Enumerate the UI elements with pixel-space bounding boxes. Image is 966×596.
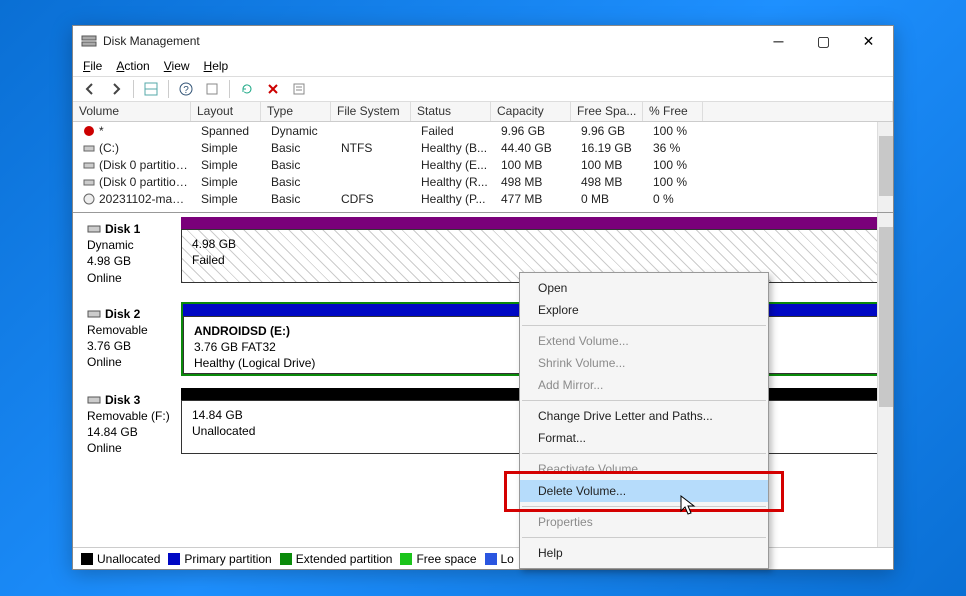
properties-icon[interactable] [288, 78, 310, 100]
list-scrollbar[interactable] [877, 122, 893, 212]
forward-button[interactable] [105, 78, 127, 100]
disk-2-info: Disk 2 Removable 3.76 GB Online [81, 302, 181, 376]
layout-icon[interactable] [140, 78, 162, 100]
volume-rows: * Spanned Dynamic Failed 9.96 GB 9.96 GB… [73, 122, 893, 212]
ctx-add-mirror: Add Mirror... [520, 374, 768, 396]
back-button[interactable] [79, 78, 101, 100]
menu-help[interactable]: Help [204, 59, 229, 73]
menu-action[interactable]: Action [116, 59, 149, 73]
ctx-explore[interactable]: Explore [520, 299, 768, 321]
disk-3-info: Disk 3 Removable (F:) 14.84 GB Online [81, 388, 181, 461]
content-area: Volume Layout Type File System Status Ca… [73, 102, 893, 569]
svg-text:?: ? [183, 85, 189, 96]
legend-free: Free space [416, 552, 476, 566]
ctx-extend-volume: Extend Volume... [520, 330, 768, 352]
cursor-icon [680, 495, 698, 517]
app-icon [81, 33, 97, 49]
context-menu: Open Explore Extend Volume... Shrink Vol… [519, 272, 769, 569]
table-row[interactable]: (Disk 0 partition 4) Simple Basic Health… [73, 173, 893, 190]
legend-unallocated: Unallocated [97, 552, 160, 566]
ctx-shrink-volume: Shrink Volume... [520, 352, 768, 374]
column-headers: Volume Layout Type File System Status Ca… [73, 102, 893, 122]
disk-management-window: Disk Management ─ ▢ ✕ File Action View H… [72, 25, 894, 570]
col-status[interactable]: Status [411, 102, 491, 121]
legend: Unallocated Primary partition Extended p… [73, 547, 893, 569]
col-freespace[interactable]: Free Spa... [571, 102, 643, 121]
ctx-help[interactable]: Help [520, 542, 768, 564]
col-spacer [703, 102, 893, 121]
menubar: File Action View Help [73, 56, 893, 76]
graph-scrollbar[interactable] [877, 213, 893, 569]
menu-view[interactable]: View [164, 59, 190, 73]
menu-file[interactable]: File [83, 59, 102, 73]
close-button[interactable]: ✕ [846, 26, 891, 56]
col-volume[interactable]: Volume [73, 102, 191, 121]
legend-logical: Lo [501, 552, 514, 566]
delete-icon[interactable] [262, 78, 284, 100]
disk-1-info: Disk 1 Dynamic 4.98 GB Online [81, 217, 181, 290]
refresh-icon[interactable] [236, 78, 258, 100]
col-type[interactable]: Type [261, 102, 331, 121]
maximize-button[interactable]: ▢ [801, 26, 846, 56]
table-row[interactable]: (C:) Simple Basic NTFS Healthy (B... 44.… [73, 139, 893, 156]
settings-icon[interactable] [201, 78, 223, 100]
help-icon[interactable]: ? [175, 78, 197, 100]
table-row[interactable]: 20231102-mantic- ... Simple Basic CDFS H… [73, 190, 893, 207]
titlebar: Disk Management ─ ▢ ✕ [73, 26, 893, 56]
ctx-reactivate-volume: Reactivate Volume [520, 458, 768, 480]
ctx-properties: Properties [520, 511, 768, 533]
window-title: Disk Management [103, 34, 756, 48]
col-filesystem[interactable]: File System [331, 102, 411, 121]
col-layout[interactable]: Layout [191, 102, 261, 121]
table-row[interactable]: * Spanned Dynamic Failed 9.96 GB 9.96 GB… [73, 122, 893, 139]
minimize-button[interactable]: ─ [756, 26, 801, 56]
volume-list: Volume Layout Type File System Status Ca… [73, 102, 893, 213]
ctx-format[interactable]: Format... [520, 427, 768, 449]
legend-primary: Primary partition [184, 552, 271, 566]
ctx-delete-volume[interactable]: Delete Volume... [520, 480, 768, 502]
disk-graph-pane: Disk 1 Dynamic 4.98 GB Online 4.98 GB Fa… [73, 213, 893, 569]
table-row[interactable]: (Disk 0 partition 1) Simple Basic Health… [73, 156, 893, 173]
col-pctfree[interactable]: % Free [643, 102, 703, 121]
toolbar: ? [73, 76, 893, 102]
ctx-change-drive-letter[interactable]: Change Drive Letter and Paths... [520, 405, 768, 427]
ctx-open[interactable]: Open [520, 277, 768, 299]
col-capacity[interactable]: Capacity [491, 102, 571, 121]
legend-extended: Extended partition [296, 552, 393, 566]
